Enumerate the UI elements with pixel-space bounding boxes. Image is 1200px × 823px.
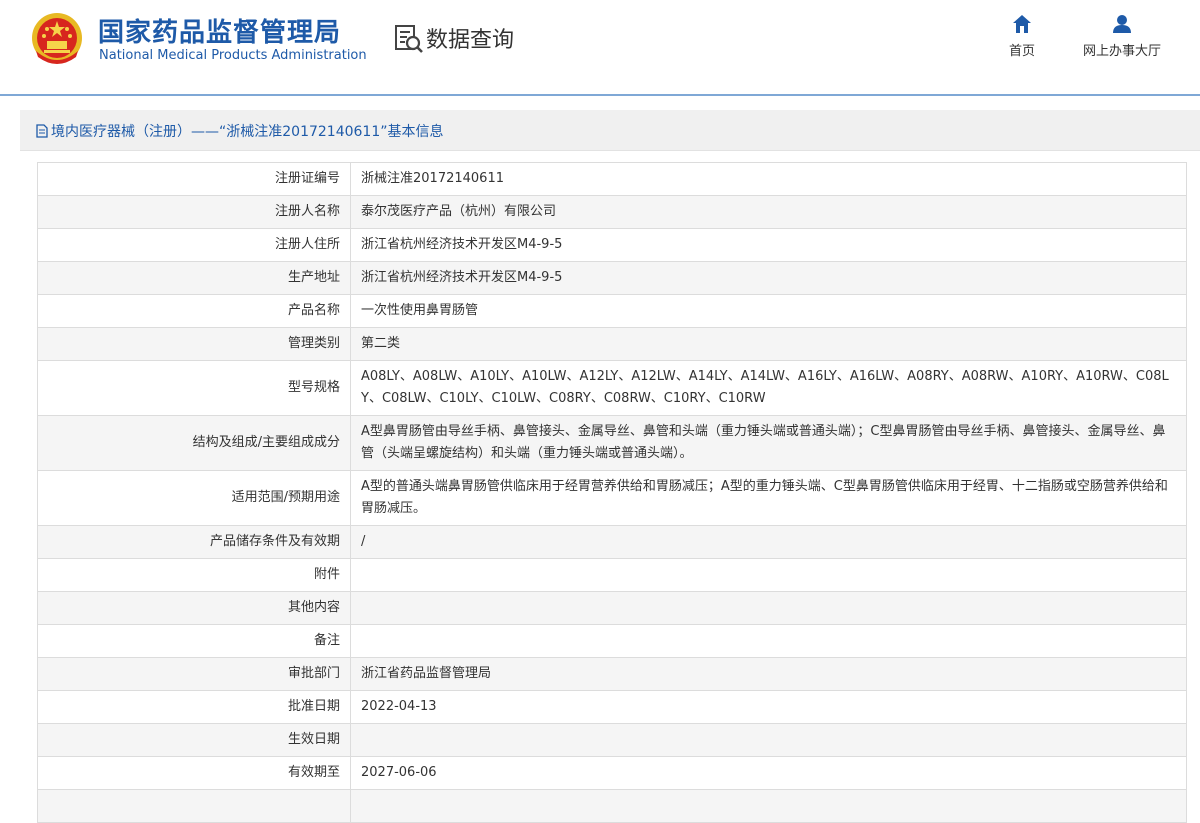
table-row: 批准日期 2022-04-13 xyxy=(37,690,1187,724)
field-label: 附件 xyxy=(37,558,351,592)
table-row: 结构及组成/主要组成成分 A型鼻胃肠管由导丝手柄、鼻管接头、金属导丝、鼻管和头端（… xyxy=(37,415,1187,471)
breadcrumb-bar: 境内医疗器械（注册）——“浙械注准20172140611”基本信息 xyxy=(20,110,1200,151)
field-label: 审批部门 xyxy=(37,657,351,691)
field-label: 产品储存条件及有效期 xyxy=(37,525,351,559)
field-value: 2027-06-06 xyxy=(350,756,1187,790)
table-row: 适用范围/预期用途 A型的普通头端鼻胃肠管供临床用于经胃营养供给和胃肠减压；A型的… xyxy=(37,470,1187,526)
table-row: 产品储存条件及有效期 / xyxy=(37,525,1187,559)
national-emblem-icon xyxy=(32,13,82,64)
table-row: 注册人住所 浙江省杭州经济技术开发区M4-9-5 xyxy=(37,228,1187,262)
field-value xyxy=(350,723,1187,757)
field-label: 生产地址 xyxy=(37,261,351,295)
field-label: 产品名称 xyxy=(37,294,351,328)
field-value xyxy=(350,789,1187,823)
table-row: 产品名称 一次性使用鼻胃肠管 xyxy=(37,294,1187,328)
data-query-title: 数据查询 xyxy=(426,28,515,53)
field-value: 第二类 xyxy=(350,327,1187,361)
field-value: / xyxy=(350,525,1187,559)
table-row: 生产地址 浙江省杭州经济技术开发区M4-9-5 xyxy=(37,261,1187,295)
field-label: 管理类别 xyxy=(37,327,351,361)
field-value xyxy=(350,624,1187,658)
table-row: 管理类别 第二类 xyxy=(37,327,1187,361)
table-row: 注册人名称 泰尔茂医疗产品（杭州）有限公司 xyxy=(37,195,1187,229)
field-value: A型鼻胃肠管由导丝手柄、鼻管接头、金属导丝、鼻管和头端（重力锤头端或普通头端）；… xyxy=(350,415,1187,471)
field-value: 2022-04-13 xyxy=(350,690,1187,724)
table-row: 有效期至 2027-06-06 xyxy=(37,756,1187,790)
field-label xyxy=(37,789,351,823)
field-value: 浙江省药品监督管理局 xyxy=(350,657,1187,691)
field-value: A08LY、A08LW、A10LY、A10LW、A12LY、A12LW、A14L… xyxy=(350,360,1187,416)
table-row: 生效日期 xyxy=(37,723,1187,757)
nav-hall-label: 网上办事大厅 xyxy=(1082,44,1161,59)
table-row: 审批部门 浙江省药品监督管理局 xyxy=(37,657,1187,691)
table-row: 注册证编号 浙械注准20172140611 xyxy=(37,162,1187,196)
field-label: 注册人名称 xyxy=(37,195,351,229)
table-row xyxy=(37,789,1187,823)
field-label: 注册人住所 xyxy=(37,228,351,262)
table-row: 备注 xyxy=(37,624,1187,658)
field-value: 浙江省杭州经济技术开发区M4-9-5 xyxy=(350,261,1187,295)
home-icon xyxy=(1013,15,1031,33)
field-value: 浙江省杭州经济技术开发区M4-9-5 xyxy=(350,228,1187,262)
field-value: 一次性使用鼻胃肠管 xyxy=(350,294,1187,328)
data-query-icon xyxy=(395,25,423,53)
table-row: 附件 xyxy=(37,558,1187,592)
field-label: 有效期至 xyxy=(37,756,351,790)
user-icon xyxy=(1113,15,1131,33)
registration-info-table: 注册证编号 浙械注准20172140611 注册人名称 泰尔茂医疗产品（杭州）有限公… xyxy=(37,162,1187,823)
table-row: 型号规格 A08LY、A08LW、A10LY、A10LW、A12LY、A12LW、… xyxy=(37,360,1187,416)
field-value: A型的普通头端鼻胃肠管供临床用于经胃营养供给和胃肠减压；A型的重力锤头端、C型鼻… xyxy=(350,470,1187,526)
table-row: 其他内容 xyxy=(37,591,1187,625)
field-label: 备注 xyxy=(37,624,351,658)
header-divider xyxy=(0,94,1200,96)
site-header: 国家药品监督管理局 National Medical Products Admi… xyxy=(0,0,1200,94)
breadcrumb: 境内医疗器械（注册）——“浙械注准20172140611”基本信息 xyxy=(36,121,443,141)
document-icon xyxy=(36,124,48,138)
field-value: 泰尔茂医疗产品（杭州）有限公司 xyxy=(350,195,1187,229)
nav-online-service-hall[interactable]: 网上办事大厅 xyxy=(1070,14,1174,59)
field-label: 生效日期 xyxy=(37,723,351,757)
field-label: 结构及组成/主要组成成分 xyxy=(37,415,351,471)
field-label: 型号规格 xyxy=(37,360,351,416)
field-label: 注册证编号 xyxy=(37,162,351,196)
field-label: 适用范围/预期用途 xyxy=(37,470,351,526)
field-label: 批准日期 xyxy=(37,690,351,724)
field-value xyxy=(350,591,1187,625)
field-value: 浙械注准20172140611 xyxy=(350,162,1187,196)
field-value xyxy=(350,558,1187,592)
field-label: 其他内容 xyxy=(37,591,351,625)
nav-home-label: 首页 xyxy=(1008,44,1035,59)
nav-home[interactable]: 首页 xyxy=(1000,14,1044,59)
breadcrumb-text: 境内医疗器械（注册）——“浙械注准20172140611”基本信息 xyxy=(51,124,444,140)
agency-name-cn: 国家药品监督管理局 xyxy=(98,18,342,48)
agency-name-en: National Medical Products Administration xyxy=(99,48,367,63)
